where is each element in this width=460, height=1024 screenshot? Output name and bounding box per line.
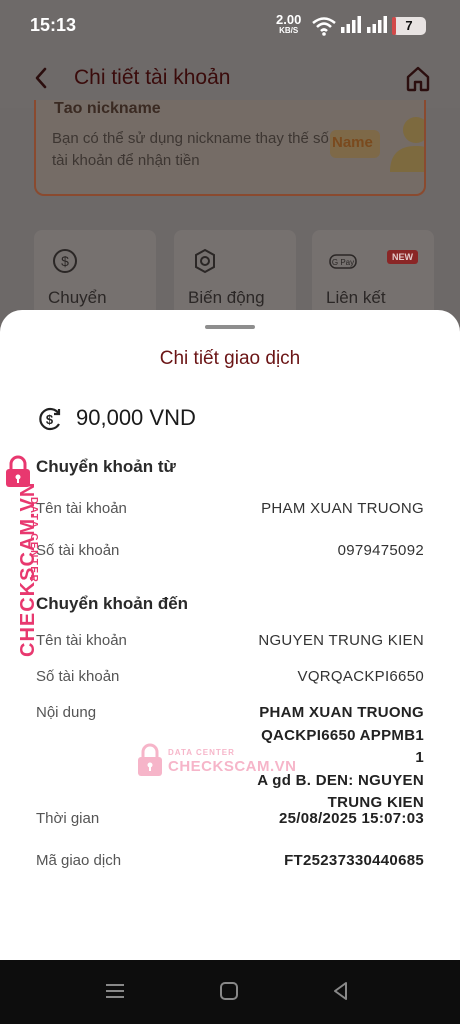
watermark-center-sub: DATA CENTER [168,748,235,757]
to-account-value: VQRQACKPI6650 [297,668,424,685]
from-section-title: Chuyển khoản từ [36,457,176,476]
to-name-label: Tên tài khoản [36,632,127,649]
from-name-value: PHAM XUAN TRUONG [261,500,424,517]
status-bar: 15:13 2.00 KB/S 7 [0,0,460,50]
network-speed-unit: KB/S [279,26,299,35]
nickname-card: Tạo nickname Bạn có thể sử dụng nickname… [34,100,426,196]
from-account-value: 0979475092 [337,542,424,559]
transaction-amount: 90,000 VND [76,405,196,430]
page-title: Chi tiết tài khoản [74,66,231,89]
battery-icon: 7 [392,17,426,35]
watermark-center: DATA CENTER CHECKSCAM.VN [136,742,296,782]
person-icon [390,117,424,172]
memo-line: PHAM XUAN TRUONG [259,704,424,721]
sheet-title: Chi tiết giao dịch [159,348,301,369]
service-link-label: Liên kết [326,288,386,307]
nickname-badge: Name [330,130,380,158]
transfer-icon: $ [53,249,77,273]
from-name-label: Tên tài khoản [36,500,127,517]
service-link[interactable]: G Pay NEW Liên kết [312,230,434,310]
to-section-title: Chuyển khoản đến [36,594,189,613]
home-icon[interactable] [404,65,432,93]
to-name-value: NGUYEN TRUNG KIEN [258,632,424,649]
settings-icon [195,248,215,274]
memo-label: Nội dung [36,704,97,721]
time-value: 25/08/2025 15:07:03 [279,810,424,827]
nickname-card-title: Tạo nickname [54,100,161,114]
svg-text:$: $ [61,253,69,269]
gpay-icon: G Pay [329,254,357,269]
service-transfer[interactable]: $ Chuyển [34,230,156,310]
watermark-sub: DATA CENTER [28,497,39,584]
nickname-card-description: Bạn có thể sử dụng nickname thay thế số … [52,130,329,169]
system-nav-bar [0,960,460,1024]
service-history-label: Biến động [188,288,265,307]
service-transfer-label: Chuyển [48,288,107,307]
status-time: 15:13 [30,15,77,35]
txid-value: FT25237330440685 [284,852,424,869]
svg-text:G Pay: G Pay [332,258,354,267]
svg-text:$: $ [46,412,54,427]
back-arrow-icon[interactable] [32,65,52,91]
signal-icon-2 [367,16,387,33]
txid-label: Mã giao dịch [36,852,122,869]
watermark-side: CHECKSCAM.VN DATA CENTER [0,455,44,657]
watermark-center-brand: CHECKSCAM.VN [168,758,297,775]
home-button-icon[interactable] [218,980,240,1002]
transaction-detail-sheet: Chi tiết giao dịch $ 90,000 VND Chuyển k… [0,310,460,960]
wifi-icon [312,17,336,36]
network-speed: 2.00 KB/S [276,13,301,36]
sheet-drag-handle[interactable] [205,325,255,329]
to-account-label: Số tài khoản [36,668,120,685]
back-button-icon[interactable] [330,980,352,1002]
new-badge: NEW [387,250,418,264]
recent-apps-icon[interactable] [104,980,126,1002]
signal-icon [341,16,361,33]
lock-icon [138,743,162,776]
battery-percent: 7 [405,18,413,33]
time-label: Thời gian [36,810,100,827]
money-cycle-icon: $ [39,407,61,431]
from-account-label: Số tài khoản [36,542,120,559]
service-history[interactable]: Biến động [174,230,296,310]
